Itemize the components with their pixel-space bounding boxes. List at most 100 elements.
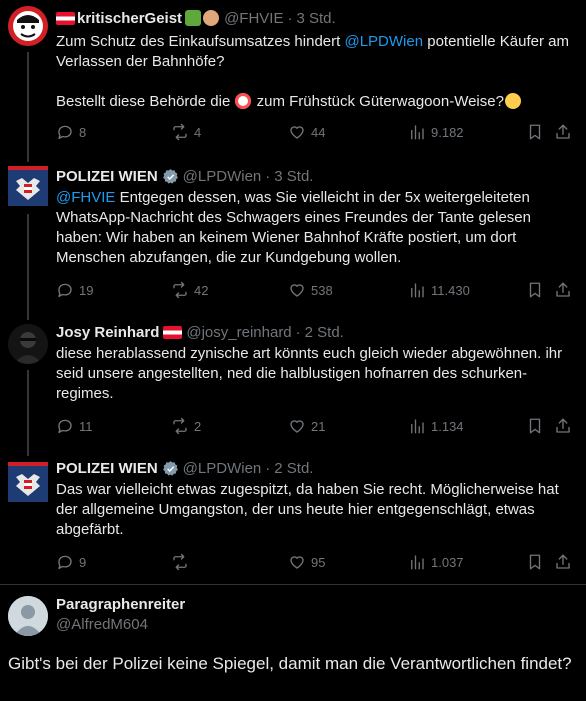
author-name[interactable]: kritischerGeist — [77, 10, 182, 27]
author-name[interactable]: POLIZEI WIEN — [56, 460, 158, 477]
author-name[interactable]: Paragraphenreiter — [56, 596, 185, 613]
reply-button[interactable]: 8 — [56, 122, 86, 142]
tweet-text: @FHVIE Entgegen dessen, was Sie vielleic… — [56, 189, 536, 266]
tweet-text: Gibt's bei der Polizei keine Spiegel, da… — [8, 654, 572, 673]
repost-icon — [171, 417, 189, 435]
tweet-actions: 19 42 538 11.430 — [56, 280, 576, 300]
views-button[interactable]: 9.182 — [408, 122, 464, 142]
reply-button[interactable]: 9 — [56, 552, 86, 572]
timestamp[interactable]: 2 Std. — [274, 460, 313, 477]
tractor-emoji-icon — [185, 10, 202, 26]
timestamp[interactable]: 2 Std. — [305, 324, 344, 341]
like-icon — [288, 281, 306, 299]
like-icon — [288, 553, 306, 571]
tweet-actions: 9 95 1.037 — [56, 552, 576, 572]
mention-link[interactable]: @LPDWien — [344, 33, 423, 50]
bookmark-icon — [526, 417, 544, 435]
views-icon — [408, 553, 426, 571]
reply-icon — [56, 123, 74, 141]
share-icon — [554, 417, 572, 435]
like-button[interactable]: 538 — [288, 280, 333, 300]
reply-icon — [56, 281, 74, 299]
tweet-polizeiwien-2[interactable]: POLIZEI WIEN @LPDWien · 2 Std. Das war v… — [0, 458, 586, 584]
repost-button[interactable]: 42 — [171, 280, 208, 300]
tweet-header: Josy Reinhard @josy_reinhard · 2 Std. — [56, 323, 344, 341]
repost-icon — [171, 553, 189, 571]
like-button[interactable]: 95 — [288, 552, 325, 572]
thread-line — [27, 52, 29, 162]
bookmark-icon — [526, 123, 544, 141]
author-handle[interactable]: @AlfredM604 — [56, 616, 148, 633]
bookmark-button[interactable] — [526, 122, 544, 142]
bookmark-icon — [526, 281, 544, 299]
author-handle[interactable]: @LPDWien — [183, 460, 262, 477]
reply-button[interactable]: 19 — [56, 280, 93, 300]
tweet-actions: 8 4 44 9.182 — [56, 122, 576, 142]
verified-badge-icon[interactable] — [162, 168, 179, 185]
views-button[interactable]: 1.134 — [408, 416, 464, 436]
repost-button[interactable]: 2 — [171, 416, 201, 436]
cartoon-face-icon — [8, 6, 48, 46]
default-avatar-icon — [8, 596, 48, 636]
share-icon — [554, 553, 572, 571]
user-photo-icon — [8, 324, 48, 364]
bookmark-button[interactable] — [526, 416, 544, 436]
tweet-text: Zum Schutz des Einkaufsumsatzes hindert … — [56, 33, 574, 110]
thread-line — [27, 370, 29, 456]
avatar-polizeiwien[interactable] — [8, 462, 48, 502]
views-icon — [408, 281, 426, 299]
repost-icon — [171, 281, 189, 299]
repost-icon — [171, 123, 189, 141]
police-eagle-logo-icon — [8, 462, 48, 502]
like-icon — [288, 123, 306, 141]
repost-button[interactable] — [171, 552, 194, 572]
share-button[interactable] — [554, 122, 572, 142]
share-button[interactable] — [554, 416, 572, 436]
author-handle[interactable]: @LPDWien — [183, 168, 262, 185]
timestamp[interactable]: 3 Std. — [296, 10, 335, 27]
like-button[interactable]: 44 — [288, 122, 325, 142]
bookmark-button[interactable] — [526, 552, 544, 572]
reply-icon — [56, 553, 74, 571]
views-button[interactable]: 1.037 — [408, 552, 464, 572]
bookmark-icon — [526, 553, 544, 571]
tweet-header: POLIZEI WIEN @LPDWien · 3 Std. — [56, 167, 314, 185]
bookmark-button[interactable] — [526, 280, 544, 300]
verified-badge-icon[interactable] — [162, 460, 179, 477]
mention-link[interactable]: @FHVIE — [56, 189, 115, 206]
tweet-actions: 11 2 21 1.134 — [56, 416, 576, 436]
like-icon — [288, 417, 306, 435]
clown-emoji-icon — [235, 93, 252, 109]
tweet-polizeiwien-1[interactable]: POLIZEI WIEN @LPDWien · 3 Std. @FHVIE En… — [0, 162, 586, 320]
avatar-josyreinhard[interactable] — [8, 324, 48, 364]
timestamp[interactable]: 3 Std. — [274, 168, 313, 185]
tweet-kritischergeist[interactable]: kritischerGeist @FHVIE · 3 Std. Zum Schu… — [0, 0, 586, 162]
share-icon — [554, 281, 572, 299]
author-handle[interactable]: @FHVIE — [224, 10, 283, 27]
police-eagle-logo-icon — [8, 166, 48, 206]
avatar-kritischergeist[interactable] — [8, 6, 48, 46]
share-icon — [554, 123, 572, 141]
austria-flag-icon — [56, 11, 75, 25]
share-button[interactable] — [554, 280, 572, 300]
tweet-josyreinhard[interactable]: Josy Reinhard @josy_reinhard · 2 Std. di… — [0, 322, 586, 456]
avatar-polizeiwien[interactable] — [8, 166, 48, 206]
reply-button[interactable]: 11 — [56, 416, 93, 436]
reply-icon — [56, 417, 74, 435]
share-button[interactable] — [554, 552, 572, 572]
tweet-header: POLIZEI WIEN @LPDWien · 2 Std. — [56, 459, 314, 477]
muscle-emoji-icon — [203, 10, 220, 26]
tweet-text: Das war vielleicht etwas zugespitzt, da … — [56, 481, 563, 538]
views-icon — [408, 123, 426, 141]
avatar-paragraphenreiter[interactable] — [8, 596, 48, 636]
repost-button[interactable]: 4 — [171, 122, 201, 142]
views-icon — [408, 417, 426, 435]
author-name[interactable]: Josy Reinhard — [56, 324, 159, 341]
views-button[interactable]: 11.430 — [408, 280, 470, 300]
thread-line — [27, 214, 29, 320]
author-handle[interactable]: @josy_reinhard — [186, 324, 291, 341]
austria-flag-icon — [163, 325, 183, 339]
author-name[interactable]: POLIZEI WIEN — [56, 168, 158, 185]
like-button[interactable]: 21 — [288, 416, 325, 436]
tweet-text: diese herablassend zynische art könnts e… — [56, 345, 567, 402]
